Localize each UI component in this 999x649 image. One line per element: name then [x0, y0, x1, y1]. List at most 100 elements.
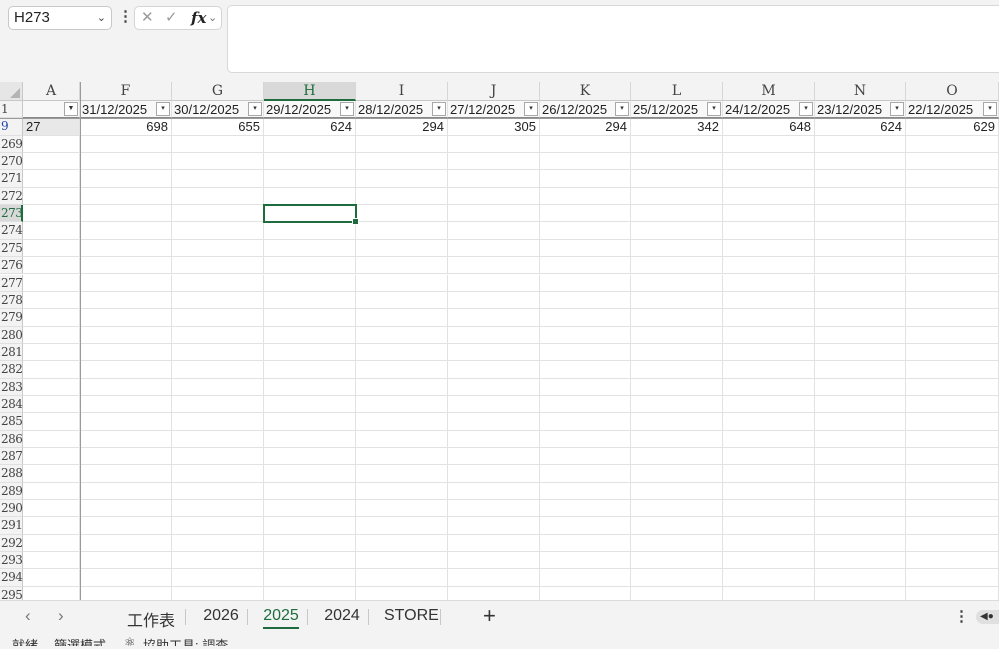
cell[interactable]: [23, 517, 80, 535]
cell[interactable]: [631, 482, 723, 501]
cell[interactable]: [448, 465, 540, 483]
cell[interactable]: [172, 361, 264, 379]
data-cell[interactable]: 305: [448, 118, 540, 136]
cell[interactable]: [448, 326, 540, 344]
cell[interactable]: [23, 309, 80, 327]
cell[interactable]: [23, 291, 80, 310]
cell[interactable]: [906, 586, 999, 600]
cell[interactable]: [631, 430, 723, 448]
cell[interactable]: [815, 343, 906, 362]
data-cell[interactable]: 294: [356, 118, 448, 136]
cell[interactable]: [172, 395, 264, 414]
next-sheet-icon[interactable]: ›: [58, 606, 64, 626]
cell[interactable]: [631, 552, 723, 570]
cell[interactable]: [23, 395, 80, 414]
cell[interactable]: [906, 569, 999, 587]
cell[interactable]: [448, 239, 540, 258]
cell[interactable]: [815, 448, 906, 466]
cell[interactable]: [448, 448, 540, 466]
cell[interactable]: [356, 482, 448, 501]
cell[interactable]: [631, 569, 723, 587]
formula-input[interactable]: [227, 5, 999, 73]
cell[interactable]: [631, 448, 723, 466]
filter-header-cell[interactable]: 30/12/2025 ▾: [172, 101, 264, 119]
cell[interactable]: [80, 135, 172, 154]
filter-header-cell[interactable]: ▼: [23, 101, 80, 119]
cell[interactable]: [723, 257, 815, 275]
cell[interactable]: [540, 448, 631, 466]
cell[interactable]: [631, 413, 723, 431]
cell[interactable]: [906, 448, 999, 466]
row-header[interactable]: 287: [0, 448, 23, 466]
cancel-icon[interactable]: ✕: [141, 7, 154, 29]
cell[interactable]: [540, 517, 631, 535]
cell[interactable]: [448, 343, 540, 362]
cell[interactable]: [631, 135, 723, 154]
cell[interactable]: [540, 170, 631, 188]
cell[interactable]: [23, 500, 80, 518]
cell[interactable]: [356, 205, 448, 223]
cell[interactable]: [23, 222, 80, 240]
cell[interactable]: [723, 465, 815, 483]
filter-header-cell[interactable]: 29/12/2025 ▾: [264, 101, 356, 119]
cell[interactable]: [448, 517, 540, 535]
sheet-tab[interactable]: 2025: [263, 607, 299, 629]
cell[interactable]: [723, 205, 815, 223]
cell[interactable]: [631, 395, 723, 414]
cell[interactable]: [631, 326, 723, 344]
cell[interactable]: [723, 413, 815, 431]
cell[interactable]: [80, 395, 172, 414]
cell[interactable]: [356, 222, 448, 240]
cell[interactable]: [448, 309, 540, 327]
cell[interactable]: [448, 378, 540, 396]
cell[interactable]: [172, 430, 264, 448]
cell[interactable]: [23, 586, 80, 600]
cell[interactable]: [80, 291, 172, 310]
cell[interactable]: [448, 430, 540, 448]
cell[interactable]: [80, 153, 172, 171]
cell[interactable]: [80, 448, 172, 466]
filter-dropdown-icon[interactable]: ▾: [248, 102, 262, 116]
cell[interactable]: [723, 378, 815, 396]
row-header[interactable]: 281: [0, 343, 23, 362]
cell[interactable]: [906, 361, 999, 379]
cell[interactable]: [723, 395, 815, 414]
row-header[interactable]: 272: [0, 187, 23, 206]
cell[interactable]: [540, 552, 631, 570]
cell[interactable]: [815, 534, 906, 553]
column-header-a[interactable]: A: [23, 82, 80, 101]
cell[interactable]: [723, 274, 815, 292]
cell[interactable]: [448, 222, 540, 240]
cell[interactable]: [264, 257, 356, 275]
cell[interactable]: [80, 552, 172, 570]
cell[interactable]: [906, 500, 999, 518]
cell[interactable]: [540, 291, 631, 310]
cell[interactable]: [723, 448, 815, 466]
cell[interactable]: [264, 413, 356, 431]
cell[interactable]: [172, 448, 264, 466]
data-cell[interactable]: 655: [172, 118, 264, 136]
row-header[interactable]: 289: [0, 482, 23, 501]
cell[interactable]: [540, 500, 631, 518]
cell[interactable]: [356, 465, 448, 483]
cell[interactable]: [172, 274, 264, 292]
cell[interactable]: [23, 569, 80, 587]
cell[interactable]: [815, 395, 906, 414]
cell[interactable]: [815, 205, 906, 223]
cell[interactable]: [631, 291, 723, 310]
cell[interactable]: [723, 343, 815, 362]
cell[interactable]: [540, 222, 631, 240]
cell[interactable]: [631, 309, 723, 327]
cell[interactable]: [815, 378, 906, 396]
column-header-o[interactable]: O: [906, 82, 999, 101]
cell[interactable]: [356, 326, 448, 344]
cell[interactable]: [23, 343, 80, 362]
filter-dropdown-icon[interactable]: ▾: [432, 102, 446, 116]
data-cell[interactable]: 624: [815, 118, 906, 136]
cell[interactable]: [906, 326, 999, 344]
cell[interactable]: [723, 430, 815, 448]
cell[interactable]: [264, 378, 356, 396]
cell[interactable]: [264, 291, 356, 310]
cell[interactable]: [80, 413, 172, 431]
row-header[interactable]: 279: [0, 309, 23, 327]
